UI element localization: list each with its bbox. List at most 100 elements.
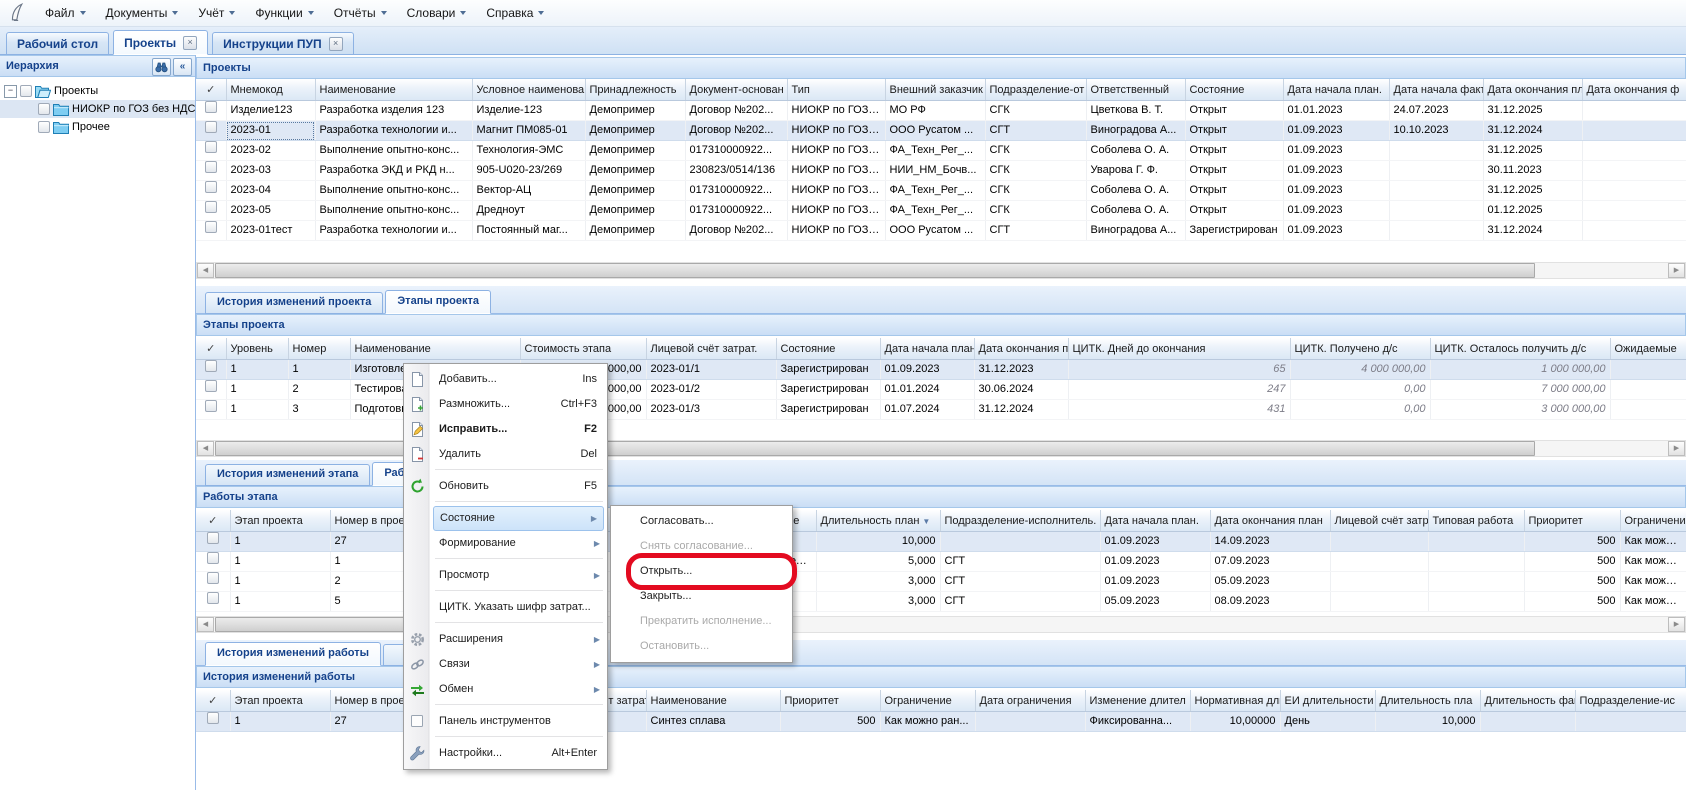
table-row[interactable]: 2023-01тестРазработка технологии и...Пос… xyxy=(196,221,1686,241)
cell[interactable]: 31.12.2025 xyxy=(1483,101,1582,121)
tab-project-history[interactable]: История изменений проекта xyxy=(205,292,383,314)
menu-item[interactable]: Открыть... xyxy=(612,559,791,584)
cell[interactable]: Зарегистрирован xyxy=(776,360,880,380)
cell[interactable] xyxy=(1610,380,1686,400)
column-header[interactable]: Подразделение-от xyxy=(985,79,1086,101)
column-header[interactable]: Дата начала план xyxy=(880,338,974,360)
cell[interactable]: СГК xyxy=(985,201,1086,221)
select-all-header[interactable]: ✓ xyxy=(196,338,226,360)
column-header[interactable]: Состояние xyxy=(776,338,880,360)
row-checkbox[interactable] xyxy=(205,380,217,392)
cell[interactable]: Как можно ран... xyxy=(1620,552,1686,572)
cell[interactable]: 14.09.2023 xyxy=(1210,532,1330,552)
close-icon[interactable]: × xyxy=(183,36,197,50)
row-checkbox[interactable] xyxy=(205,201,217,213)
cell[interactable] xyxy=(1582,101,1686,121)
cell[interactable]: 01.09.2023 xyxy=(1283,181,1389,201)
column-header[interactable]: Дата окончания пл xyxy=(1483,79,1582,101)
row-checkbox[interactable] xyxy=(205,141,217,153)
cell[interactable]: Демопример xyxy=(585,181,685,201)
cell[interactable]: Демопример xyxy=(585,221,685,241)
close-icon[interactable]: × xyxy=(329,37,343,51)
cell[interactable]: СГК xyxy=(985,101,1086,121)
cell[interactable]: 500 xyxy=(1524,532,1620,552)
cell[interactable]: Демопример xyxy=(585,101,685,121)
row-checkbox[interactable] xyxy=(207,592,219,604)
cell[interactable]: 3,000 xyxy=(816,592,940,612)
cell[interactable]: 1 xyxy=(226,380,288,400)
cell[interactable]: Демопример xyxy=(585,121,685,141)
cell[interactable] xyxy=(1330,532,1428,552)
column-header[interactable]: Принадлежность xyxy=(585,79,685,101)
cell[interactable]: 017310000922... xyxy=(685,201,787,221)
cell[interactable] xyxy=(1428,532,1524,552)
cell[interactable]: Договор №202... xyxy=(685,221,787,241)
cell[interactable] xyxy=(1480,712,1575,732)
cell[interactable] xyxy=(1582,181,1686,201)
cell[interactable]: СГК xyxy=(985,161,1086,181)
cell[interactable]: 3 000 000,00 xyxy=(1430,400,1610,420)
scroll-left-icon[interactable]: ◀ xyxy=(197,617,214,632)
search-icon[interactable] xyxy=(152,58,171,76)
cell[interactable] xyxy=(1389,221,1483,241)
cell[interactable] xyxy=(1428,552,1524,572)
column-header[interactable]: Состояние xyxy=(1185,79,1283,101)
cell[interactable]: 230823/0514/136 xyxy=(685,161,787,181)
menu-item[interactable]: Обмен▶ xyxy=(405,677,606,702)
cell[interactable]: ООО Русатом ... xyxy=(885,221,985,241)
cell[interactable]: СГК xyxy=(985,141,1086,161)
tab-stage-history[interactable]: История изменений этапа xyxy=(205,464,370,486)
cell[interactable]: Разработка технологии и... xyxy=(315,121,472,141)
cell[interactable]: Соболева О. А. xyxy=(1086,201,1185,221)
row-checkbox[interactable] xyxy=(205,121,217,133)
row-checkbox[interactable] xyxy=(205,161,217,173)
select-all-header[interactable]: ✓ xyxy=(196,690,230,712)
cell[interactable]: НИОКР по ГОЗ ... xyxy=(787,121,885,141)
menu-item[interactable]: Формирование▶ xyxy=(405,531,606,556)
cell[interactable]: Открыт xyxy=(1185,201,1283,221)
row-checkbox[interactable] xyxy=(205,101,217,113)
column-header[interactable]: Нормативная длит xyxy=(1190,690,1280,712)
cell[interactable]: 31.12.2023 xyxy=(974,360,1068,380)
cell[interactable]: 01.09.2023 xyxy=(1283,221,1389,241)
scroll-left-icon[interactable]: ◀ xyxy=(197,441,214,456)
tree-item[interactable]: НИОКР по ГОЗ без НДС xyxy=(0,100,195,118)
column-header[interactable]: Наименование xyxy=(646,690,780,712)
cell[interactable]: 10,00000 xyxy=(1190,712,1280,732)
cell[interactable]: Открыт xyxy=(1185,161,1283,181)
column-header[interactable]: Дата начала факт. xyxy=(1389,79,1483,101)
cell[interactable]: 2023-02 xyxy=(226,141,315,161)
menu-item[interactable]: ЦИТК. Указать шифр затрат... xyxy=(405,595,606,620)
cell[interactable]: 1 xyxy=(230,532,330,552)
column-header[interactable]: Этап проекта xyxy=(230,690,330,712)
column-header[interactable]: ЦИТК. Получено д/с xyxy=(1290,338,1430,360)
cell[interactable]: 247 xyxy=(1068,380,1290,400)
cell[interactable]: 2023-01 xyxy=(226,121,315,141)
scroll-left-icon[interactable]: ◀ xyxy=(197,263,214,278)
cell[interactable]: 1 xyxy=(230,592,330,612)
tree-item[interactable]: Прочее xyxy=(0,118,195,136)
cell[interactable]: Открыт xyxy=(1185,181,1283,201)
cell[interactable]: 1 xyxy=(230,552,330,572)
cell[interactable]: СГК xyxy=(985,181,1086,201)
cell[interactable]: 08.09.2023 xyxy=(1210,592,1330,612)
cell[interactable]: СГТ xyxy=(940,592,1100,612)
cell[interactable]: Изделие123 xyxy=(226,101,315,121)
menu-item[interactable]: УдалитьDel xyxy=(405,442,606,467)
row-checkbox[interactable] xyxy=(207,552,219,564)
cell[interactable]: 10,000 xyxy=(1375,712,1480,732)
row-checkbox[interactable] xyxy=(207,712,219,724)
column-header[interactable]: ЦИТК. Дней до окончания xyxy=(1068,338,1290,360)
cell[interactable]: ФА_Техн_Рег_... xyxy=(885,201,985,221)
projects-h-scrollbar[interactable]: ◀ ▶ xyxy=(196,262,1686,279)
column-header[interactable]: Этап проекта xyxy=(230,510,330,532)
cell[interactable]: 017310000922... xyxy=(685,181,787,201)
cell[interactable]: 01.09.2023 xyxy=(1100,572,1210,592)
table-row[interactable]: Изделие123Разработка изделия 123Изделие-… xyxy=(196,101,1686,121)
tree-checkbox[interactable] xyxy=(38,121,50,133)
cell[interactable]: 05.09.2023 xyxy=(1100,592,1210,612)
table-row[interactable]: 2023-05Выполнение опытно-конс...Дредноут… xyxy=(196,201,1686,221)
cell[interactable] xyxy=(1582,161,1686,181)
cell[interactable]: 1 xyxy=(230,572,330,592)
cell[interactable]: Договор №202... xyxy=(685,101,787,121)
